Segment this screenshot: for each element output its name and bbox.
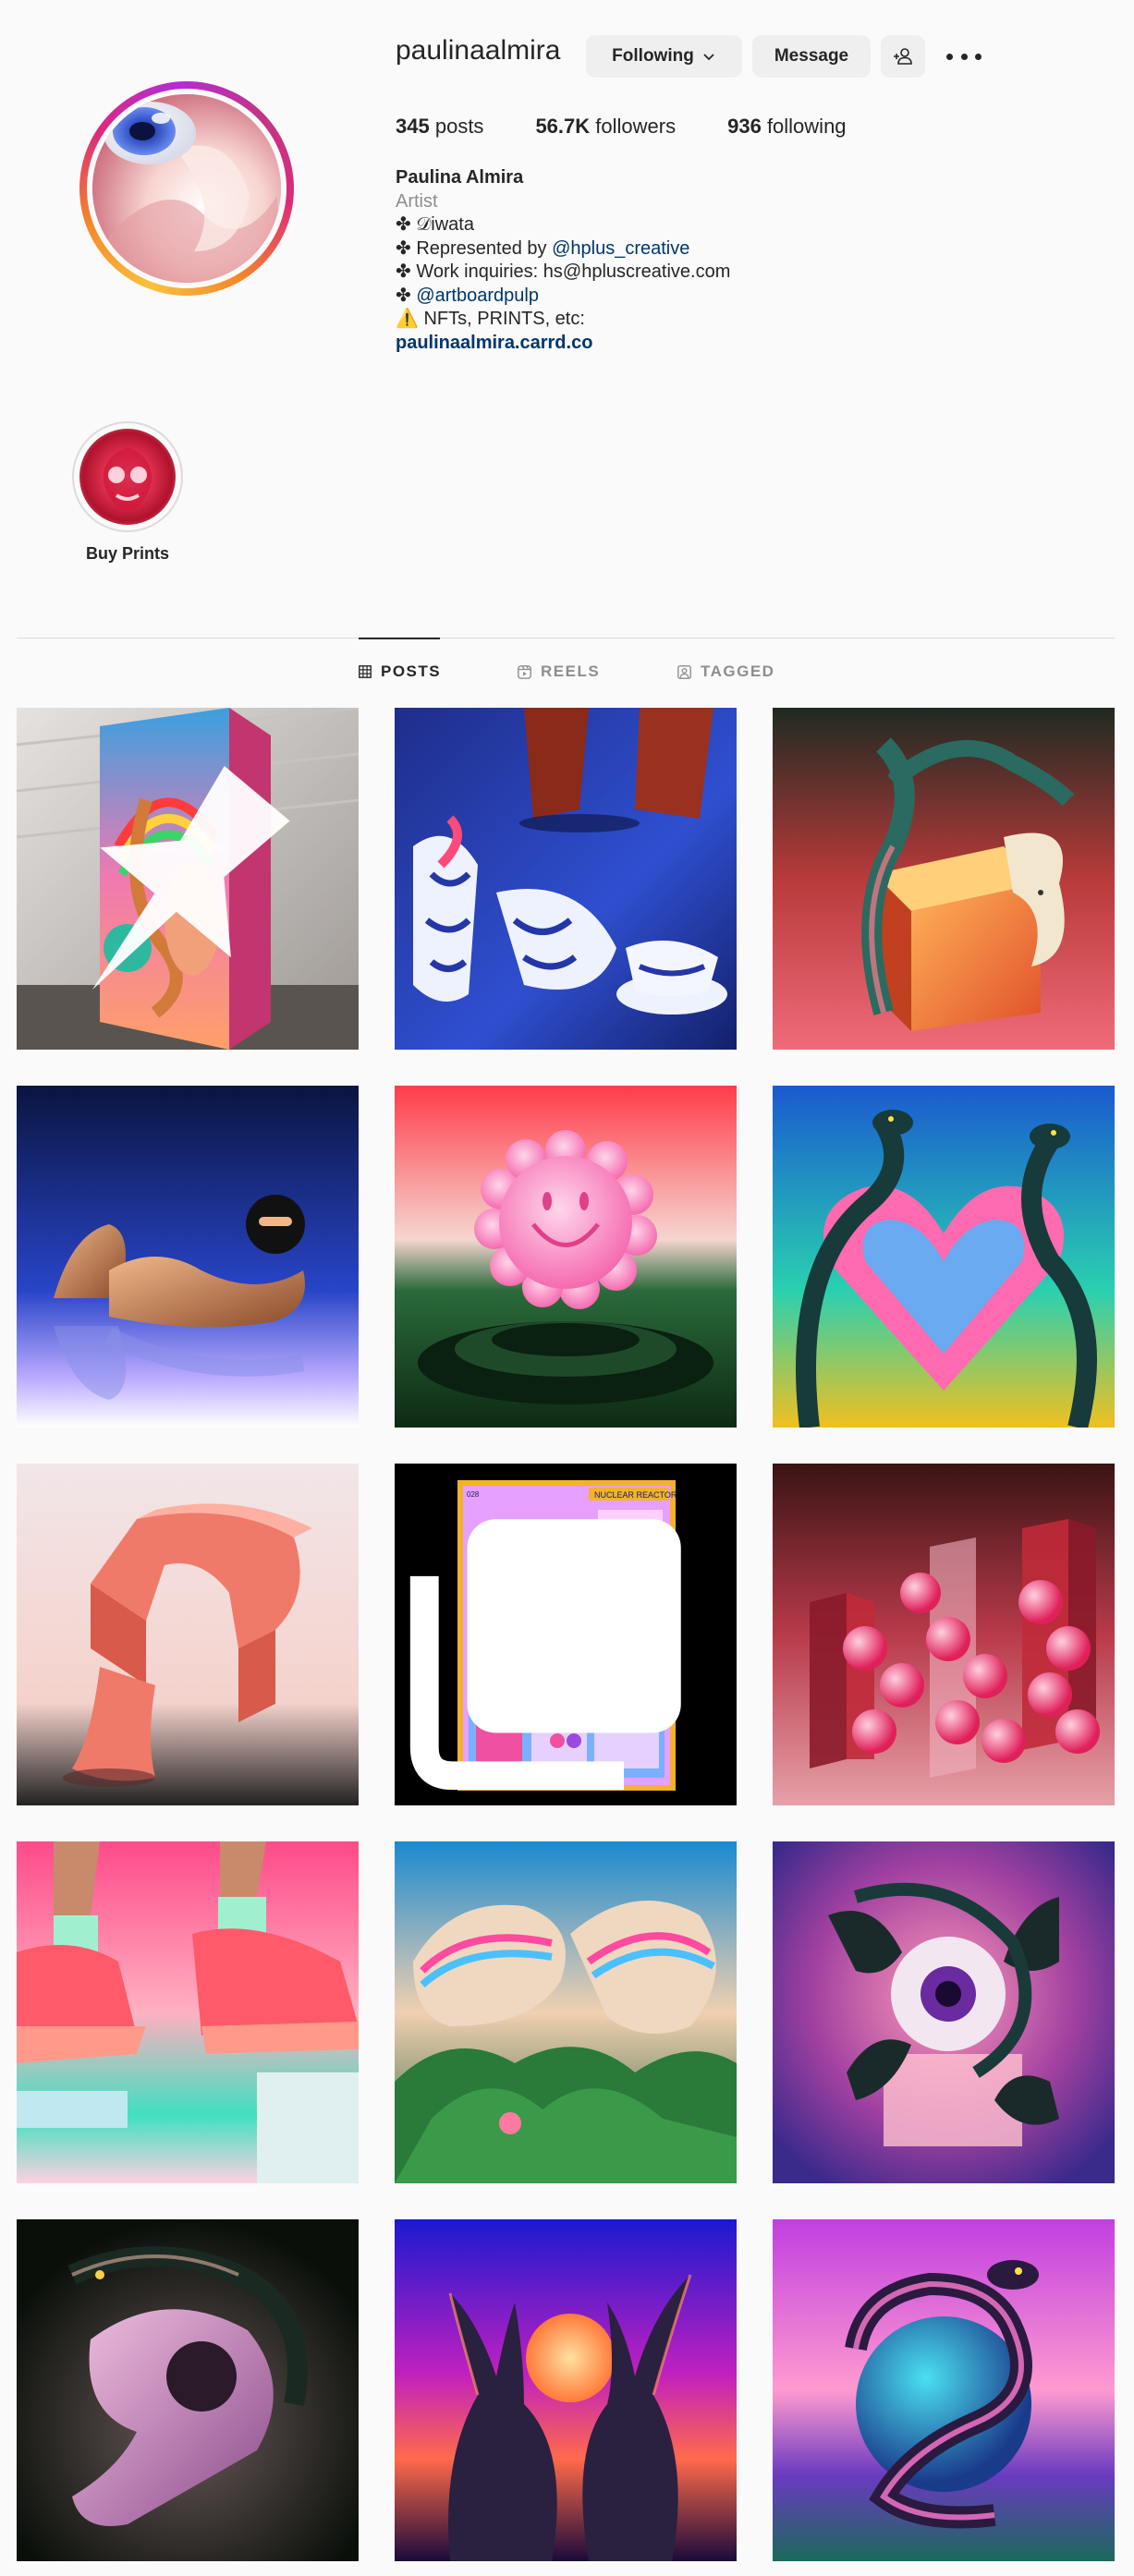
post-image [17, 1841, 359, 2183]
profile-stats: 345 posts 56.7K followers 936 following [396, 115, 898, 139]
chevron-down-icon [703, 54, 714, 61]
tab-posts[interactable]: POSTS [359, 662, 441, 681]
post-tile[interactable] [773, 1464, 1115, 1805]
reels-icon [518, 664, 531, 679]
more-options-icon-dot [975, 53, 982, 60]
post-image [773, 1464, 1115, 1805]
post-tile[interactable]: NUCLEAR REACTOR 028 [395, 1464, 737, 1805]
bio-represented-text: ✤ Represented by [396, 237, 553, 259]
post-tile[interactable] [17, 1464, 359, 1805]
add-user-icon [894, 48, 912, 65]
grid-icon [359, 665, 372, 678]
post-image [395, 1841, 737, 2183]
following-stat[interactable]: 936 following [727, 115, 846, 139]
post-image [17, 2219, 359, 2561]
carousel-icon [409, 1519, 681, 1791]
post-image [773, 1086, 1115, 1428]
post-tile[interactable] [773, 1841, 1115, 2183]
add-user-button[interactable] [881, 35, 925, 78]
bio-line-artboardpulp: ✤ @artboardpulp [396, 285, 730, 309]
post-tile[interactable] [773, 2219, 1115, 2561]
profile-category: Artist [396, 190, 438, 212]
post-image [395, 708, 737, 1050]
highlight-cover [79, 429, 176, 525]
pin-icon [91, 765, 290, 990]
post-tile[interactable] [17, 2219, 359, 2561]
bio-line-diwata: ✤ 𝒟iwata [396, 213, 730, 237]
followers-count: 56.7K [535, 115, 591, 138]
more-options-icon [946, 53, 953, 60]
post-tile[interactable] [17, 1841, 359, 2183]
post-image [17, 1086, 359, 1428]
profile-website-link[interactable]: paulinaalmira.carrd.co [396, 332, 730, 356]
post-image [773, 2219, 1115, 2561]
bio-mention-artboardpulp[interactable]: @artboardpulp [416, 286, 539, 306]
avatar[interactable] [92, 94, 281, 283]
post-tile[interactable] [395, 2219, 737, 2561]
highlight-buy-prints[interactable] [72, 421, 183, 532]
profile-full-name: Paulina Almira [396, 167, 524, 188]
posts-label: posts [434, 115, 484, 138]
post-image [773, 708, 1115, 1050]
following-count: 936 [727, 115, 762, 138]
post-tile[interactable] [773, 708, 1115, 1050]
post-image [773, 1841, 1115, 2183]
post-tile[interactable] [773, 1086, 1115, 1428]
avatar-artwork [92, 94, 281, 283]
more-options-icon-dot [960, 53, 968, 60]
message-button[interactable]: Message [752, 35, 871, 78]
profile-bio: Paulina Almira Artist ✤ 𝒟iwata ✤ Represe… [396, 166, 730, 355]
tab-tagged[interactable]: TAGGED [677, 662, 774, 681]
post-image [17, 1464, 359, 1805]
tab-reels[interactable]: REELS [518, 662, 600, 681]
profile-username: paulinaalmira [396, 35, 561, 66]
tab-tagged-label: TAGGED [701, 662, 775, 680]
tab-reels-label: REELS [541, 662, 601, 680]
following-button[interactable]: Following [586, 35, 742, 78]
following-label: following [766, 115, 847, 138]
post-tile[interactable] [395, 1841, 737, 2183]
message-button-label: Message [774, 46, 849, 66]
posts-count-stat: 345 posts [396, 115, 483, 139]
tab-posts-label: POSTS [381, 662, 442, 680]
bio-diwata: 𝒟iwata [416, 214, 474, 235]
profile-avatar-ring[interactable] [79, 81, 294, 296]
bio-line-inquiries: ✤ Work inquiries: hs@hpluscreative.com [396, 261, 731, 282]
post-image [395, 2219, 737, 2561]
active-tab-indicator [359, 638, 440, 639]
post-tile[interactable] [395, 708, 737, 1050]
following-button-label: Following [612, 46, 694, 66]
highlight-artwork [103, 447, 152, 512]
bio-line-prefix: ✤ [396, 285, 417, 306]
post-image [395, 1086, 737, 1428]
highlight-label: Buy Prints [85, 544, 170, 563]
post-tile[interactable] [17, 708, 359, 1050]
bio-line-prefix: ✤ [396, 214, 417, 235]
bio-mention-hplus[interactable]: @hplus_creative [552, 238, 689, 259]
bio-line-represented: ✤ Represented by @hplus_creative [396, 237, 730, 261]
posts-count: 345 [396, 115, 430, 138]
tagged-icon [677, 664, 691, 679]
more-options-button[interactable] [946, 46, 982, 67]
post-tile[interactable] [17, 1086, 359, 1428]
followers-label: followers [595, 115, 677, 138]
followers-stat[interactable]: 56.7K followers [535, 115, 676, 139]
post-tile[interactable] [395, 1086, 737, 1428]
bio-line-nfts: ⚠️ NFTs, PRINTS, etc: [396, 309, 585, 329]
